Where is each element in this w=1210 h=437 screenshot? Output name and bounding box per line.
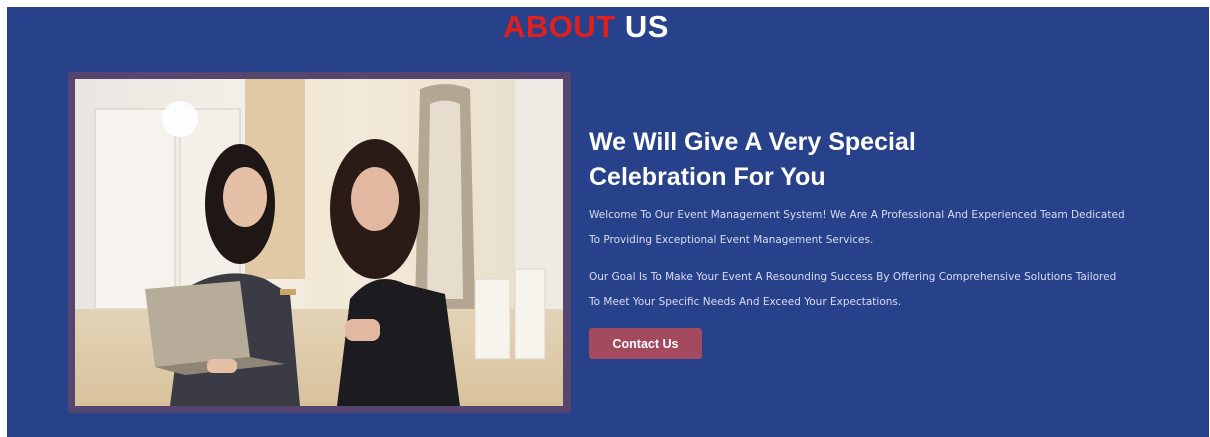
about-paragraph-2: Our Goal Is To Make Your Event A Resound… (589, 271, 1117, 308)
about-section: ABOUT US We Will Give A Very Special Cel… (7, 7, 1209, 437)
about-paragraph-1: Welcome To Our Event Management System! … (589, 209, 1125, 246)
contact-us-button[interactable]: Contact Us (589, 328, 702, 359)
about-title: We Will Give A Very Special Celebration … (589, 125, 1009, 195)
section-heading: ABOUT US (503, 9, 669, 45)
about-photo (75, 79, 563, 406)
about-title-line1: We Will Give A Very Special (589, 128, 916, 156)
event-planners-image (75, 79, 563, 406)
about-content: We Will Give A Very Special Celebration … (589, 125, 1149, 359)
heading-accent-word: ABOUT (503, 9, 616, 44)
photo-frame (68, 72, 571, 413)
heading-rest-word: US (615, 9, 669, 44)
about-title-line2: Celebration For You (589, 163, 826, 191)
